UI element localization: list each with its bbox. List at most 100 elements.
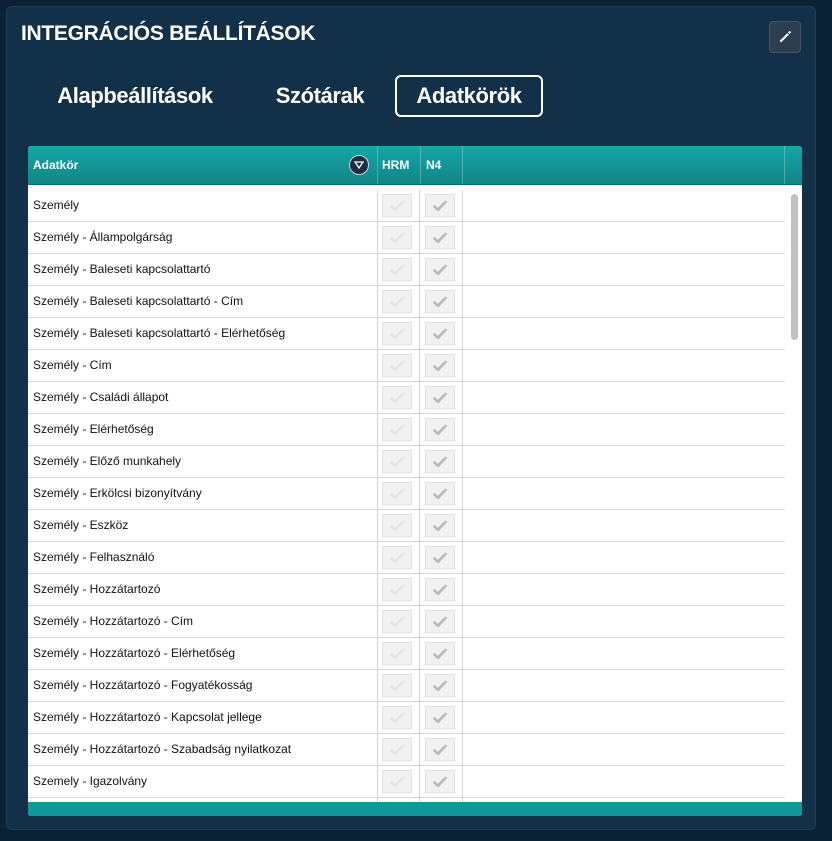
n4-checkbox[interactable]: [425, 706, 455, 729]
n4-checkbox[interactable]: [425, 546, 455, 569]
n4-checkbox[interactable]: [425, 418, 455, 441]
filter-icon[interactable]: [349, 155, 369, 175]
n4-checkbox[interactable]: [425, 194, 455, 217]
row-label: Személy - Családi állapot: [33, 390, 169, 404]
hrm-checkbox[interactable]: [382, 418, 412, 441]
hrm-checkbox[interactable]: [382, 610, 412, 633]
table-row[interactable]: Személy - Hozzátartozó - Cím: [28, 606, 785, 638]
hrm-checkbox[interactable]: [382, 322, 412, 345]
table-row[interactable]: Személy - Hozzátartozó - Szabadság nyila…: [28, 734, 785, 766]
row-label: Személy - Erkölcsi bizonyítvány: [33, 486, 202, 500]
checkmark-icon: [390, 680, 404, 691]
hrm-checkbox[interactable]: [382, 706, 412, 729]
hrm-checkbox[interactable]: [382, 514, 412, 537]
checkmark-icon: [433, 552, 447, 563]
table-row[interactable]: Személy - Baleseti kapcsolattartó: [28, 254, 785, 286]
row-label: Személy - Baleseti kapcsolattartó: [33, 262, 211, 276]
table-row[interactable]: Személy - Hozzátartozó - Fogyatékosság: [28, 670, 785, 702]
header-divider: [377, 146, 378, 184]
n4-checkbox[interactable]: [425, 450, 455, 473]
tab-alapbeallitasok[interactable]: Alapbeállítások: [53, 75, 217, 117]
n4-checkbox[interactable]: [425, 770, 455, 793]
checkmark-icon: [433, 232, 447, 243]
table-row[interactable]: Személy - Elérhetőség: [28, 414, 785, 446]
row-label: Személy - Előző munkahely: [33, 454, 182, 468]
checkmark-icon: [433, 328, 447, 339]
hrm-checkbox[interactable]: [382, 354, 412, 377]
n4-checkbox[interactable]: [425, 354, 455, 377]
n4-checkbox[interactable]: [425, 322, 455, 345]
checkmark-icon: [390, 744, 404, 755]
hrm-checkbox[interactable]: [382, 770, 412, 793]
row-label: Személy: [33, 198, 80, 212]
table-row[interactable]: Személy - Hozzátartozó: [28, 574, 785, 606]
table-row[interactable]: Személy - Hozzátartozó - Kapcsolat jelle…: [28, 702, 785, 734]
row-label: Személy - Baleseti kapcsolattartó - Cím: [33, 294, 244, 308]
row-label: Személy - Hozzátartozó - Elérhetőség: [33, 646, 236, 660]
checkmark-icon: [390, 200, 404, 211]
n4-checkbox[interactable]: [425, 226, 455, 249]
vertical-scrollbar[interactable]: [787, 190, 802, 805]
n4-checkbox[interactable]: [425, 674, 455, 697]
table-row[interactable]: Szemely - Igazolvány: [28, 766, 785, 798]
column-header-hrm[interactable]: HRM: [382, 146, 409, 184]
scrollbar-thumb[interactable]: [791, 194, 798, 340]
hrm-checkbox[interactable]: [382, 738, 412, 761]
checkmark-icon: [390, 584, 404, 595]
hrm-checkbox[interactable]: [382, 258, 412, 281]
n4-checkbox[interactable]: [425, 642, 455, 665]
hrm-checkbox[interactable]: [382, 578, 412, 601]
table-row[interactable]: Személy - Felhasználó: [28, 542, 785, 574]
table-row[interactable]: Személy - Cím: [28, 350, 785, 382]
checkmark-icon: [433, 264, 447, 275]
table-row[interactable]: Személy - Baleseti kapcsolattartó - Cím: [28, 286, 785, 318]
row-label: Személy - Baleseti kapcsolattartó - Elér…: [33, 326, 286, 340]
edit-button[interactable]: [769, 21, 801, 53]
n4-checkbox[interactable]: [425, 386, 455, 409]
hrm-checkbox[interactable]: [382, 226, 412, 249]
tab-szotarak[interactable]: Szótárak: [265, 75, 375, 117]
grid-footer: [28, 802, 802, 816]
data-grid: Adatkör HRM N4 Személy Személy - Állampol…: [28, 146, 802, 816]
checkmark-icon: [433, 584, 447, 595]
n4-checkbox[interactable]: [425, 514, 455, 537]
checkmark-icon: [390, 296, 404, 307]
hrm-checkbox[interactable]: [382, 386, 412, 409]
table-row[interactable]: Személy - Erkölcsi bizonyítvány: [28, 478, 785, 510]
column-header-adatkor[interactable]: Adatkör: [33, 146, 78, 184]
row-label: Személy - Hozzátartozó - Kapcsolat jelle…: [33, 710, 262, 724]
table-row[interactable]: Személy - Családi állapot: [28, 382, 785, 414]
checkmark-icon: [390, 648, 404, 659]
row-label: Személy - Hozzátartozó - Fogyatékosság: [33, 678, 253, 692]
n4-checkbox[interactable]: [425, 578, 455, 601]
n4-checkbox[interactable]: [425, 258, 455, 281]
table-row[interactable]: Személy - Állampolgárság: [28, 222, 785, 254]
table-row[interactable]: Személy - Baleseti kapcsolattartó - Elér…: [28, 318, 785, 350]
table-row[interactable]: Személy - Előző munkahely: [28, 446, 785, 478]
hrm-checkbox[interactable]: [382, 290, 412, 313]
hrm-checkbox[interactable]: [382, 450, 412, 473]
tab-adatkorok[interactable]: Adatkörök: [395, 75, 543, 117]
column-header-n4[interactable]: N4: [426, 146, 441, 184]
checkmark-icon: [390, 264, 404, 275]
table-row[interactable]: Személy - Hozzátartozó - Elérhetőség: [28, 638, 785, 670]
hrm-checkbox[interactable]: [382, 482, 412, 505]
n4-checkbox[interactable]: [425, 482, 455, 505]
checkmark-icon: [390, 488, 404, 499]
row-label: Személy - Eszköz: [33, 518, 129, 532]
header-divider: [420, 146, 421, 184]
checkmark-icon: [390, 392, 404, 403]
hrm-checkbox[interactable]: [382, 194, 412, 217]
table-row[interactable]: Személy: [28, 190, 785, 222]
n4-checkbox[interactable]: [425, 738, 455, 761]
hrm-checkbox[interactable]: [382, 642, 412, 665]
hrm-checkbox[interactable]: [382, 546, 412, 569]
n4-checkbox[interactable]: [425, 610, 455, 633]
hrm-checkbox[interactable]: [382, 674, 412, 697]
table-row[interactable]: Személy - Eszköz: [28, 510, 785, 542]
checkmark-icon: [433, 712, 447, 723]
checkmark-icon: [390, 360, 404, 371]
checkmark-icon: [433, 360, 447, 371]
n4-checkbox[interactable]: [425, 290, 455, 313]
row-label: Személy - Hozzátartozó: [33, 582, 161, 596]
